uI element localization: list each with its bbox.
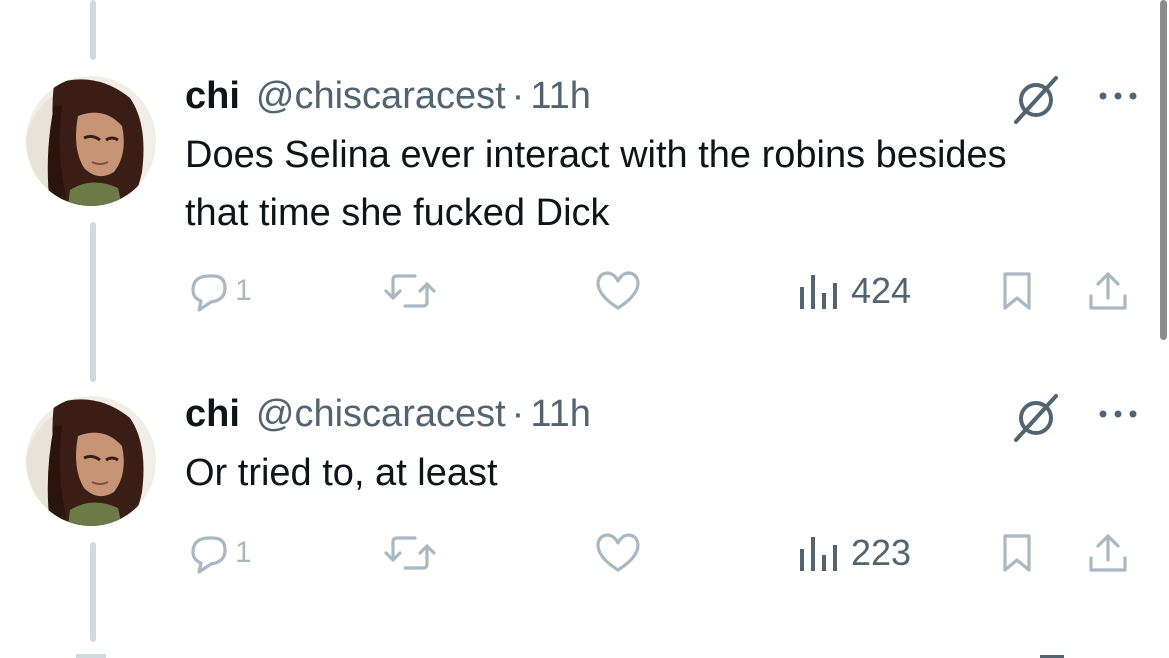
timestamp[interactable]: 11h <box>530 393 591 436</box>
tweet-header: chi @chiscaracest · 11h <box>185 390 591 438</box>
reply-icon <box>191 536 227 574</box>
timestamp[interactable]: 11h <box>530 75 591 118</box>
views-icon <box>800 537 837 571</box>
share-button[interactable] <box>1085 528 1131 578</box>
separator-dot: · <box>511 392 525 435</box>
reply-button[interactable]: 1 <box>185 528 252 578</box>
more-icon[interactable] <box>1096 86 1140 106</box>
views-icon <box>800 275 837 309</box>
retweet-icon <box>384 536 436 570</box>
reply-count: 1 <box>235 536 252 569</box>
display-name[interactable]: chi <box>185 75 240 118</box>
reply-button[interactable]: 1 <box>185 266 252 316</box>
views-count: 424 <box>851 270 912 311</box>
display-name[interactable]: chi <box>185 393 240 436</box>
reply-icon <box>191 274 227 312</box>
tweet[interactable]: chi @chiscaracest · 11h Does Selina ever… <box>0 72 1169 332</box>
grok-icon[interactable] <box>1010 72 1062 124</box>
views-button[interactable]: 223 <box>797 528 911 578</box>
separator-dot: · <box>511 74 525 117</box>
like-icon <box>596 533 640 572</box>
views-count: 223 <box>851 532 912 573</box>
avatar[interactable] <box>26 76 156 206</box>
share-icon <box>1089 272 1127 310</box>
like-button[interactable] <box>593 266 643 316</box>
more-icon[interactable] <box>1096 404 1140 424</box>
views-button[interactable]: 424 <box>797 266 911 316</box>
tweet-header: chi @chiscaracest · 11h <box>185 72 591 120</box>
thread-line-top <box>90 0 96 60</box>
action-bar: 1 223 <box>185 528 1145 578</box>
action-bar: 1 424 <box>185 266 1145 316</box>
share-button[interactable] <box>1085 266 1131 316</box>
tweet-text: Or tried to, at least <box>185 452 498 494</box>
bookmark-icon <box>1003 534 1031 572</box>
retweet-icon <box>384 274 436 308</box>
tweet-text: Does Selina ever interact with the robin… <box>185 134 1007 234</box>
tweet[interactable]: chi @chiscaracest · 11h Or tried to, at … <box>0 390 1169 610</box>
retweet-button[interactable] <box>383 266 437 316</box>
user-handle[interactable]: @chiscaracest <box>256 75 506 118</box>
bookmark-button[interactable] <box>997 528 1037 578</box>
reply-count: 1 <box>235 274 252 307</box>
like-icon <box>596 271 640 310</box>
user-handle[interactable]: @chiscaracest <box>256 393 506 436</box>
bookmark-button[interactable] <box>997 266 1037 316</box>
like-button[interactable] <box>593 528 643 578</box>
avatar[interactable] <box>26 396 156 526</box>
grok-icon[interactable] <box>1010 390 1062 442</box>
bookmark-icon <box>1003 272 1031 310</box>
retweet-button[interactable] <box>383 528 437 578</box>
share-icon <box>1089 534 1127 572</box>
next-avatar-edge <box>76 654 106 658</box>
